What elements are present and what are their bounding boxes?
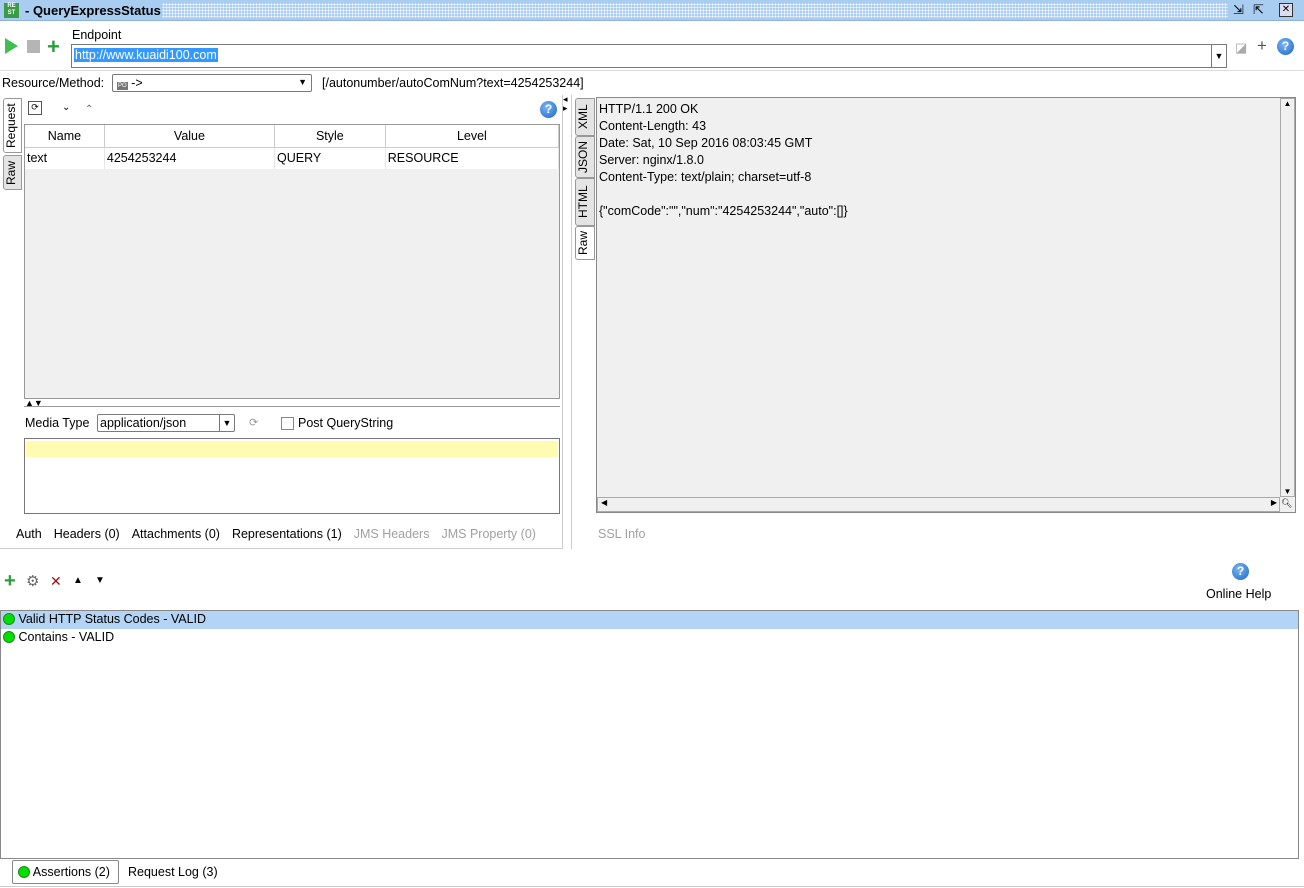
endpoint-dropdown[interactable]: ▼ [1211,44,1227,68]
gear-icon[interactable]: ⚙ [26,572,39,590]
online-help-icon[interactable]: ? [1232,563,1249,580]
recreate-icon[interactable]: ⟳ [249,416,258,429]
add-icon[interactable]: + [47,34,60,60]
col-value[interactable]: Value [104,125,275,148]
tab-assertions[interactable]: Assertions (2) [12,860,119,884]
tab-raw-response[interactable]: Raw [575,226,595,260]
params-table: Name Value Style Level text 4254253244 QUERY R… [24,124,560,399]
endpoint-input[interactable]: http://www.kuaidi100.com [71,44,1213,68]
tab-headers[interactable]: Headers (0) [54,527,120,541]
request-bottom-tabs: Auth Headers (0) Attachments (0) Representa… [16,527,548,541]
col-level[interactable]: Level [385,125,560,148]
detach-icon[interactable]: ⇱ [1253,2,1264,18]
tab-request-log[interactable]: Request Log (3) [128,865,218,879]
add-endpoint-icon[interactable]: + [1257,36,1267,56]
move-down-icon[interactable]: ▼ [95,575,105,586]
title-bar-pattern [162,3,1228,18]
tab-json[interactable]: JSON [575,136,595,178]
move-up-icon[interactable]: ⌃ [85,104,93,115]
help-icon[interactable]: ? [540,101,557,118]
table-row[interactable]: text 4254253244 QUERY RESOURCE [25,147,560,169]
tab-raw-request[interactable]: Raw [3,155,22,190]
help-icon[interactable]: ? [1277,38,1294,55]
collapse-arrows-icon[interactable]: ◂ ▸ [563,95,568,113]
col-name[interactable]: Name [25,125,105,148]
valid-status-icon [3,613,15,625]
resource-method-select[interactable]: PO -> ▼ [112,74,312,92]
add-assertion-icon[interactable]: + [4,570,16,593]
request-body-editor[interactable] [24,438,560,514]
vertical-scrollbar[interactable]: ▲ ▼ [1280,98,1295,497]
tab-representations[interactable]: Representations (1) [232,527,342,541]
tab-attachments[interactable]: Attachments (0) [132,527,220,541]
minimize-icon[interactable]: ⇲ [1233,2,1244,18]
response-raw-view[interactable]: HTTP/1.1 200 OK Content-Length: 43 Date:… [596,97,1296,513]
tab-ssl-info[interactable]: SSL Info [598,527,646,541]
list-item[interactable]: Valid HTTP Status Codes - VALID [1,611,1298,629]
tab-request[interactable]: Request [3,98,22,153]
refresh-icon[interactable]: ⟳ [28,101,42,115]
tab-jms-property[interactable]: JMS Property (0) [441,527,535,541]
rest-icon: RE ST [4,3,19,18]
post-querystring-label: Post QueryString [298,416,394,430]
window-title: - QueryExpressStatus [25,3,161,18]
valid-status-icon [3,631,15,643]
post-querystring-checkbox[interactable] [281,417,294,430]
stop-icon[interactable] [27,40,40,53]
tab-html[interactable]: HTML [575,178,595,226]
move-up-icon[interactable]: ▲ [73,575,83,586]
assertions-list: Valid HTTP Status Codes - VALID Contains… [0,610,1299,859]
media-type-select[interactable]: application/json ▼ [97,414,235,432]
list-item[interactable]: Contains - VALID [1,629,1298,647]
zoom-icon[interactable]: 🔍︎ [1281,498,1292,509]
media-type-label: Media Type [25,416,90,430]
splitter[interactable] [562,95,563,549]
endpoint-label: Endpoint [72,28,122,42]
resource-path: [/autonumber/autoComNum?text=4254253244] [322,76,584,90]
valid-status-icon [18,866,30,878]
horizontal-scrollbar[interactable]: ◀ ▶ [597,497,1280,512]
delete-icon[interactable]: ✕ [50,573,62,590]
play-icon[interactable] [5,38,18,54]
col-style[interactable]: Style [274,125,386,148]
tab-jms-headers[interactable]: JMS Headers [354,527,430,541]
edit-endpoint-icon[interactable]: ◪ [1235,40,1247,56]
close-icon[interactable]: ✕ [1279,3,1293,17]
online-help-link[interactable]: Online Help [1206,587,1271,601]
move-down-icon[interactable]: ⌄ [62,102,70,113]
tab-auth[interactable]: Auth [16,527,42,541]
resource-method-label: Resource/Method: [2,76,105,90]
tab-xml[interactable]: XML [575,98,595,136]
